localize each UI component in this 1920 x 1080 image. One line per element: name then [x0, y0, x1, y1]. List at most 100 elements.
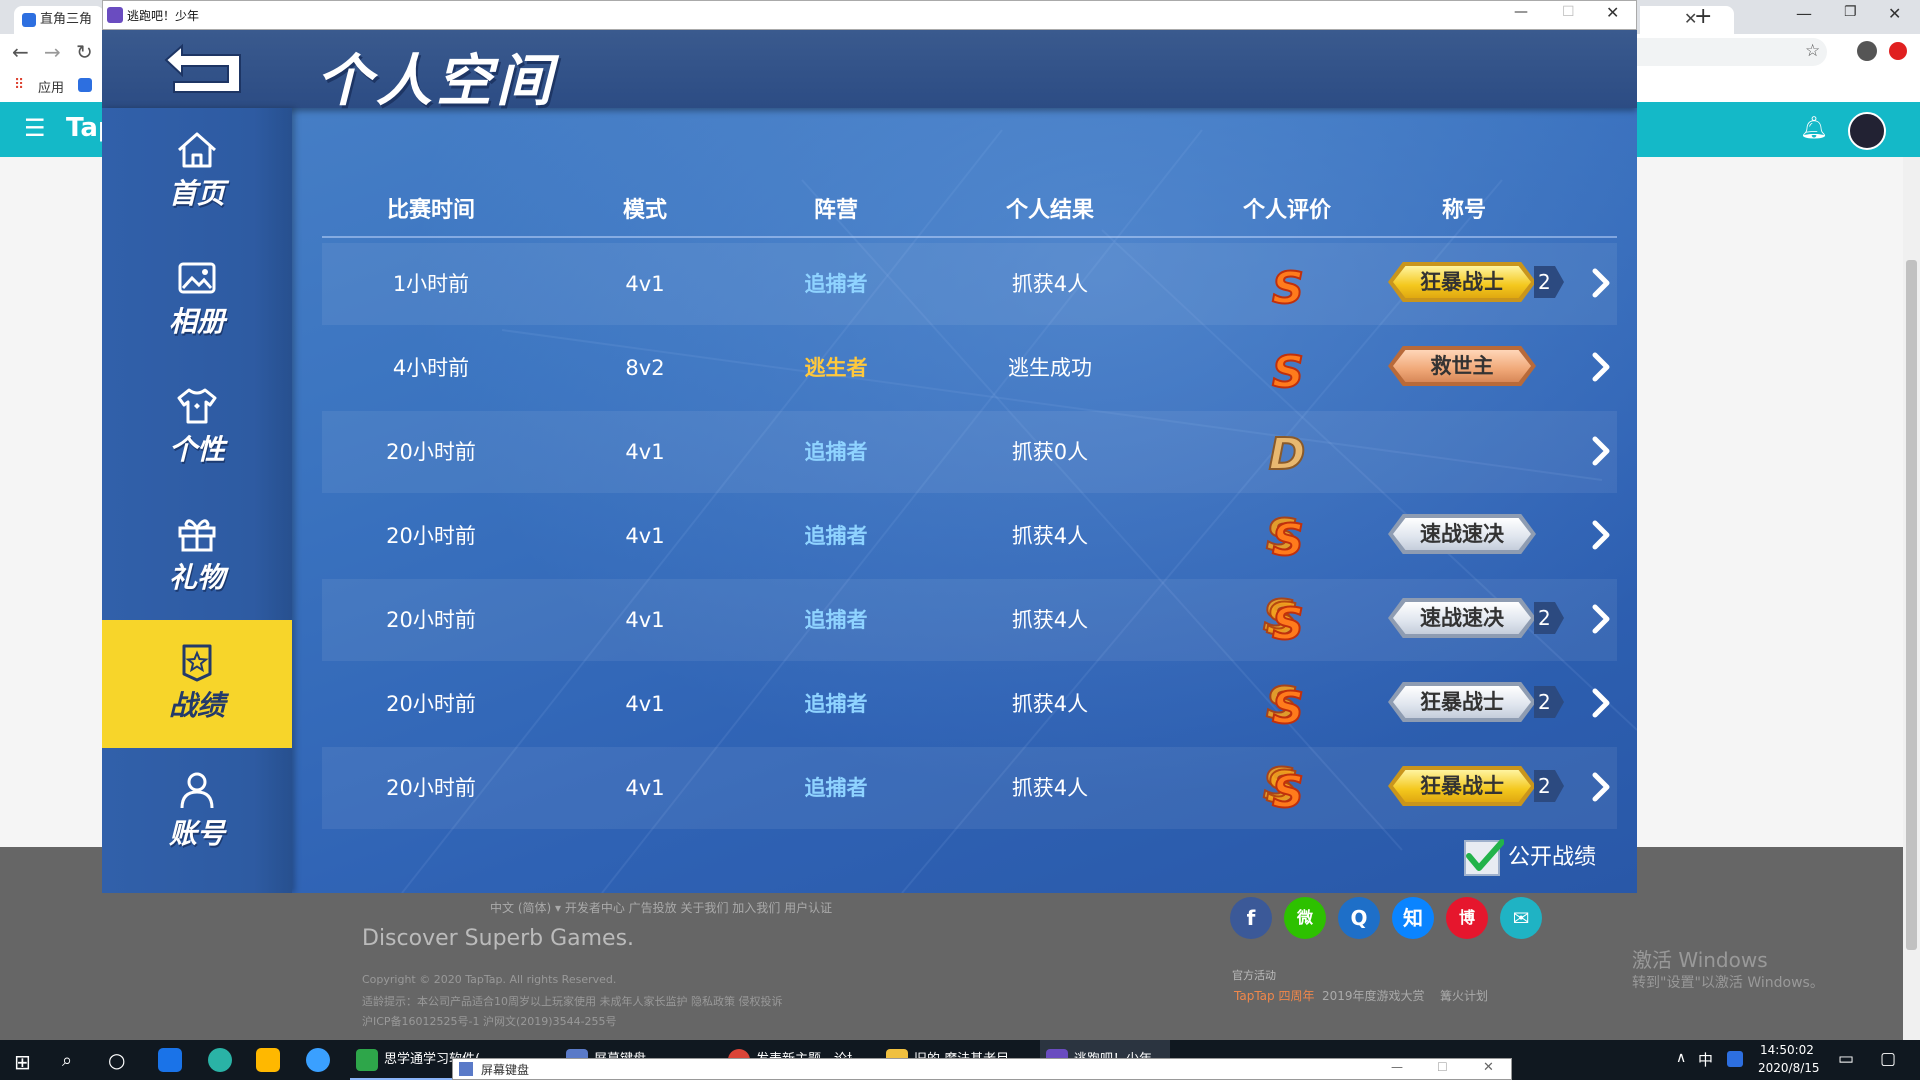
- scrollbar-thumb[interactable]: [1906, 260, 1917, 950]
- bookmark-apps[interactable]: 应用: [38, 77, 64, 96]
- new-tab-icon[interactable]: +: [1694, 4, 1712, 29]
- footer-activity[interactable]: TapTap 四周年: [1234, 987, 1314, 1004]
- game-app-icon: [107, 7, 123, 23]
- restore-icon[interactable]: ❐: [1844, 4, 1857, 20]
- maximize-icon[interactable]: ☐: [1437, 1060, 1448, 1074]
- table-row[interactable]: 20小时前 4v1 追捕者 抓获4人 S S S 速战速决 2: [322, 579, 1617, 661]
- extension-icon[interactable]: [1889, 42, 1907, 60]
- forward-arrow-icon[interactable]: →: [44, 40, 61, 64]
- grade-emblem-icon: SS: [1265, 679, 1305, 731]
- notification-icon[interactable]: ▭: [1838, 1049, 1854, 1069]
- title-badge: 速战速决 2: [1388, 598, 1564, 638]
- chevron-right-icon[interactable]: [1590, 685, 1614, 721]
- browser-tab[interactable]: 直角三角形: [14, 6, 104, 55]
- match-result: 逃生成功: [1008, 356, 1092, 380]
- table-row[interactable]: 20小时前 4v1 追捕者 抓获4人 S S 狂暴战士 2: [322, 663, 1617, 745]
- table-row[interactable]: 1小时前 4v1 追捕者 抓获4人 S 狂暴战士 2: [322, 243, 1617, 325]
- title-count: 2: [1534, 686, 1564, 718]
- qq-icon[interactable]: Q: [1338, 897, 1380, 939]
- close-icon[interactable]: ✕: [1888, 4, 1901, 23]
- gift-icon: [178, 519, 216, 552]
- minimize-icon[interactable]: —: [1391, 1060, 1403, 1074]
- user-avatar[interactable]: [1848, 112, 1886, 150]
- table-row[interactable]: 20小时前 4v1 追捕者 抓获4人 S S 速战速决: [322, 495, 1617, 577]
- task-view-icon[interactable]: ○: [108, 1048, 125, 1072]
- footer-tagline: Discover Superb Games.: [362, 926, 635, 951]
- apps-grid-icon[interactable]: ⠿: [14, 77, 24, 93]
- clock-time[interactable]: 14:50:02: [1760, 1043, 1814, 1057]
- baidu-bookmark-icon[interactable]: [78, 78, 92, 92]
- chevron-right-icon[interactable]: [1590, 433, 1614, 469]
- minimize-icon[interactable]: —: [1514, 4, 1528, 20]
- nav-item-album[interactable]: 相册: [102, 236, 292, 364]
- image-icon: [178, 262, 216, 294]
- title-badge: 救世主: [1388, 346, 1536, 386]
- search-icon[interactable]: ⌕: [62, 1050, 72, 1071]
- nav-item-gift[interactable]: 礼物: [102, 492, 292, 620]
- menu-icon[interactable]: ☰: [24, 114, 46, 142]
- ime-indicator[interactable]: 中: [1698, 1049, 1713, 1070]
- match-time: 20小时前: [386, 524, 476, 548]
- chevron-right-icon[interactable]: [1590, 517, 1614, 553]
- title-count: 2: [1534, 770, 1564, 802]
- chevron-right-icon[interactable]: [1590, 349, 1614, 385]
- public-record-toggle[interactable]: 公开战绩: [1464, 839, 1614, 876]
- facebook-icon[interactable]: f: [1230, 897, 1272, 939]
- app-icon[interactable]: [208, 1048, 232, 1072]
- table-row[interactable]: 20小时前 4v1 追捕者 抓获0人 D: [322, 411, 1617, 493]
- chevron-right-icon[interactable]: [1590, 601, 1614, 637]
- match-mode: 4v1: [625, 272, 665, 296]
- address-bar[interactable]: ☆: [1637, 38, 1827, 66]
- weibo-icon[interactable]: 博: [1446, 897, 1488, 939]
- match-time: 1小时前: [392, 272, 470, 296]
- wechat-icon[interactable]: 微: [1284, 897, 1326, 939]
- match-time: 20小时前: [386, 608, 476, 632]
- nav-item-account[interactable]: 账号: [102, 748, 292, 876]
- minimize-icon[interactable]: —: [1796, 4, 1812, 23]
- title-badge-label: 狂暴战士: [1393, 686, 1531, 718]
- close-icon[interactable]: ✕: [1606, 3, 1619, 22]
- svg-text:S: S: [1272, 767, 1304, 815]
- nav-item-home[interactable]: 首页: [102, 108, 292, 236]
- chevron-right-icon[interactable]: [1590, 769, 1614, 805]
- on-screen-keyboard-window[interactable]: 屏幕键盘 — ☐ ✕: [452, 1058, 1512, 1080]
- match-result: 抓获4人: [1011, 524, 1089, 548]
- footer-links[interactable]: 中文 (简体) ▾ 开发者中心 广告投放 关于我们 加入我们 用户认证: [490, 899, 832, 916]
- match-mode: 8v2: [625, 356, 665, 380]
- reload-icon[interactable]: ↻: [76, 40, 93, 64]
- back-button[interactable]: [156, 42, 256, 98]
- svg-text:S: S: [1272, 599, 1304, 647]
- tray-chevron-icon[interactable]: ∧: [1676, 1050, 1686, 1066]
- back-arrow-icon[interactable]: ←: [12, 40, 29, 64]
- osk-title: 屏幕键盘: [481, 1063, 530, 1077]
- close-icon[interactable]: ✕: [1483, 1060, 1494, 1075]
- email-icon[interactable]: ✉: [1500, 897, 1542, 939]
- table-row[interactable]: 20小时前 4v1 追捕者 抓获4人 S S S 狂暴战士 2: [322, 747, 1617, 829]
- table-row[interactable]: 4小时前 8v2 逃生者 逃生成功 S 救世主: [322, 327, 1617, 409]
- show-desktop-icon[interactable]: ▢: [1880, 1049, 1896, 1069]
- footer-activity[interactable]: 篝火计划: [1440, 987, 1488, 1004]
- star-icon[interactable]: ☆: [1805, 41, 1820, 61]
- clock-date[interactable]: 2020/8/15: [1758, 1061, 1820, 1075]
- public-record-checkbox[interactable]: [1464, 839, 1504, 876]
- chevron-right-icon[interactable]: [1590, 265, 1614, 301]
- maximize-icon[interactable]: ☐: [1562, 4, 1575, 20]
- badge-icon: [182, 644, 212, 682]
- grade-emblem-icon: SSS: [1262, 595, 1305, 647]
- edge-icon[interactable]: [158, 1048, 182, 1072]
- nav-item-records[interactable]: 战绩: [102, 620, 292, 748]
- zhihu-icon[interactable]: 知: [1392, 897, 1434, 939]
- tray-app-icon[interactable]: [1727, 1051, 1743, 1067]
- footer-activity[interactable]: 2019年度游戏大赏: [1322, 987, 1425, 1004]
- bell-icon[interactable]: 🔔︎: [1800, 116, 1828, 141]
- media-player-icon[interactable]: [256, 1048, 280, 1072]
- svg-text:S: S: [1272, 515, 1304, 563]
- nav-item-style[interactable]: 个性: [102, 364, 292, 492]
- browser-app-icon[interactable]: [306, 1048, 330, 1072]
- shirt-icon: [177, 388, 217, 424]
- match-camp: 追捕者: [804, 776, 868, 800]
- footer-copyright: Copyright © 2020 TapTap. All rights Rese…: [362, 973, 617, 986]
- profile-icon[interactable]: [1857, 41, 1877, 61]
- windows-start-icon[interactable]: ⊞: [14, 1050, 31, 1074]
- game-sidebar: 首页 相册 个性 礼物 战绩 账号: [102, 108, 292, 893]
